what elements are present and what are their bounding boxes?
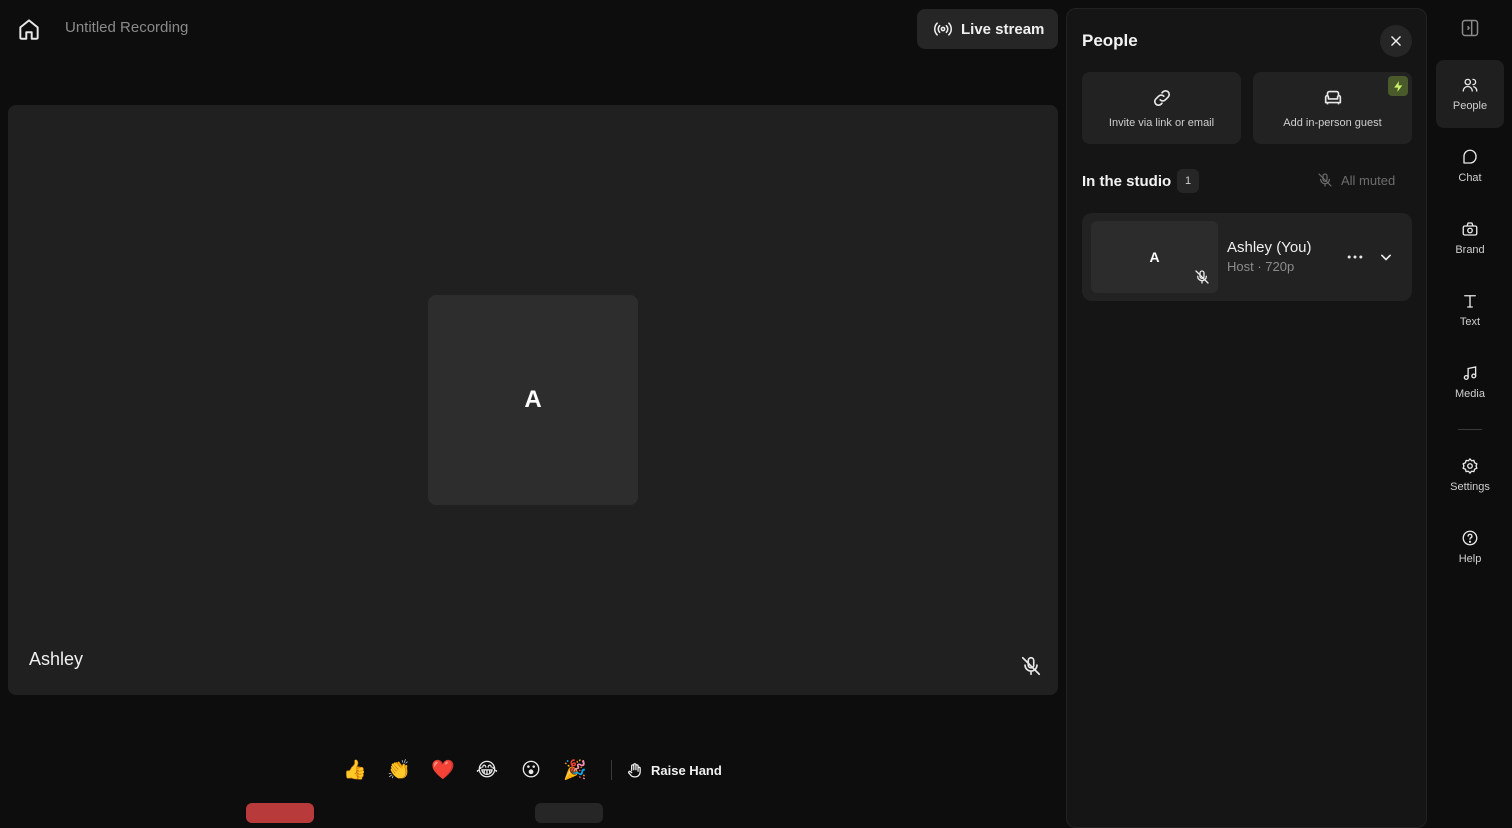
rail-label-brand: Brand bbox=[1455, 244, 1485, 256]
rail-item-help[interactable]: Help bbox=[1436, 513, 1504, 581]
couch-icon bbox=[1324, 90, 1341, 105]
broadcast-icon bbox=[934, 22, 952, 36]
sidebar-toggle-icon bbox=[1461, 19, 1479, 37]
close-panel-button[interactable] bbox=[1380, 25, 1412, 57]
reaction-clap[interactable]: 👏 bbox=[377, 758, 421, 782]
rail-label-people: People bbox=[1452, 100, 1488, 112]
rail-item-brand[interactable]: Brand bbox=[1436, 204, 1504, 272]
toolbar-button[interactable] bbox=[535, 803, 603, 823]
record-button[interactable] bbox=[246, 803, 314, 823]
invite-label: Invite via link or email bbox=[1108, 117, 1215, 129]
home-button[interactable] bbox=[16, 16, 42, 42]
brand-icon bbox=[1462, 222, 1478, 236]
rail-label-settings: Settings bbox=[1450, 481, 1490, 493]
reaction-laugh[interactable]: 😂 bbox=[465, 759, 509, 782]
more-options-button[interactable] bbox=[1345, 247, 1365, 267]
close-icon bbox=[1391, 36, 1401, 46]
rail-item-settings[interactable]: Settings bbox=[1436, 441, 1504, 509]
chevron-down-icon bbox=[1381, 254, 1391, 261]
rail-item-chat[interactable]: Chat bbox=[1436, 132, 1504, 200]
panel-title: People bbox=[1082, 31, 1138, 50]
participant-initial: A bbox=[1149, 249, 1160, 265]
gear-icon bbox=[1462, 458, 1478, 474]
participant-role: Host · 720p bbox=[1227, 259, 1295, 274]
raise-hand-button[interactable]: Raise Hand bbox=[626, 762, 722, 779]
all-muted-label: All muted bbox=[1341, 172, 1396, 188]
hand-icon bbox=[628, 762, 641, 778]
mic-muted-icon bbox=[1318, 173, 1332, 187]
bolt-badge bbox=[1388, 76, 1408, 96]
add-guest-card[interactable]: Add in-person guest bbox=[1253, 72, 1412, 144]
studio-section-label: In the studio bbox=[1082, 173, 1172, 190]
all-muted-button[interactable]: All muted bbox=[1317, 172, 1395, 188]
add-guest-label: Add in-person guest bbox=[1283, 117, 1382, 129]
live-stream-button[interactable]: Live stream bbox=[917, 9, 1058, 49]
reaction-party[interactable]: 🎉 bbox=[553, 758, 597, 782]
studio-count-badge: 1 bbox=[1177, 169, 1199, 193]
participant-avatar: A bbox=[428, 295, 638, 505]
live-stream-label: Live stream bbox=[961, 20, 1045, 38]
rail-item-people[interactable]: People bbox=[1436, 60, 1504, 128]
people-icon bbox=[1462, 78, 1478, 92]
rail-item-text[interactable]: Text bbox=[1436, 276, 1504, 344]
reactions-bar: 👍 👏 ❤️ 😂 😮 🎉 Raise Hand bbox=[333, 756, 722, 784]
mic-muted-icon bbox=[1194, 269, 1210, 285]
chat-icon bbox=[1463, 149, 1477, 164]
rail-label-help: Help bbox=[1458, 553, 1482, 565]
reaction-wow[interactable]: 😮 bbox=[509, 759, 553, 782]
toggle-sidebar-button[interactable] bbox=[1460, 18, 1480, 38]
help-icon bbox=[1462, 530, 1478, 546]
rail-divider bbox=[1458, 429, 1482, 430]
participant-name: Ashley (You) bbox=[1227, 239, 1312, 256]
video-stage: A Ashley bbox=[8, 105, 1058, 695]
stage-participant-name: Ashley bbox=[29, 649, 84, 669]
raise-hand-label: Raise Hand bbox=[651, 762, 722, 778]
rail-label-text: Text bbox=[1459, 316, 1481, 328]
more-icon bbox=[1347, 255, 1363, 259]
rail-label-chat: Chat bbox=[1458, 172, 1482, 184]
text-icon bbox=[1464, 295, 1476, 308]
expand-button[interactable] bbox=[1376, 247, 1396, 267]
participant-thumbnail: A bbox=[1091, 221, 1218, 293]
link-icon bbox=[1153, 89, 1170, 107]
participant-card[interactable]: A Ashley (You) Host · 720p bbox=[1082, 213, 1412, 301]
people-panel: People Invite via link or email Add in-p… bbox=[1066, 8, 1427, 828]
bolt-icon bbox=[1393, 80, 1402, 92]
mic-muted-icon bbox=[1020, 655, 1042, 677]
invite-card[interactable]: Invite via link or email bbox=[1082, 72, 1241, 144]
rail-label-media: Media bbox=[1455, 388, 1485, 400]
reaction-heart[interactable]: ❤️ bbox=[421, 758, 465, 782]
recording-title[interactable]: Untitled Recording bbox=[65, 19, 188, 36]
rail-item-media[interactable]: Media bbox=[1436, 348, 1504, 416]
home-icon bbox=[19, 19, 39, 40]
reactions-divider bbox=[611, 760, 612, 780]
music-icon bbox=[1463, 366, 1477, 381]
reaction-thumbs-up[interactable]: 👍 bbox=[333, 758, 377, 782]
